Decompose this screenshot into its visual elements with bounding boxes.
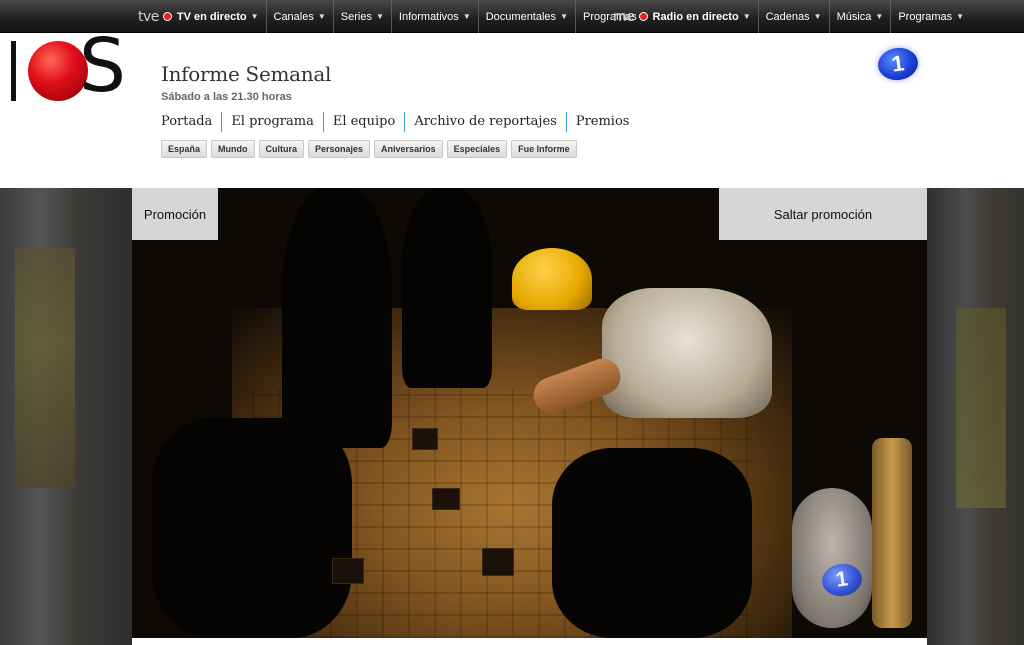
tag-personajes[interactable]: Personajes: [308, 140, 371, 158]
menu-label: Documentales: [485, 10, 557, 23]
category-tags: España Mundo Cultura Personajes Aniversa…: [161, 140, 577, 158]
scene-stone: [412, 428, 438, 450]
menu-musica[interactable]: Música ▼: [830, 0, 892, 33]
menu-label: Cadenas: [765, 10, 810, 23]
menu-label: Canales: [273, 10, 314, 23]
tag-aniversarios[interactable]: Aniversarios: [374, 140, 443, 158]
nav-el-programa[interactable]: El programa: [221, 112, 323, 132]
tve-menu-group: tve TV en directo ▼ Canales ▼ Series ▼ Inf…: [132, 0, 656, 33]
rne-menu-group: rne Radio en directo ▼ Cadenas ▼ Música ▼ …: [606, 0, 971, 33]
menu-programas-rne[interactable]: Programas ▼: [891, 0, 971, 33]
top-navigation-bar: tve TV en directo ▼ Canales ▼ Series ▼ Inf…: [0, 0, 1024, 33]
chevron-down-icon: ▼: [375, 12, 384, 21]
menu-documentales[interactable]: Documentales ▼: [479, 0, 576, 33]
menu-series[interactable]: Series ▼: [334, 0, 392, 33]
tag-fue-informe[interactable]: Fue Informe: [511, 140, 577, 158]
live-dot-icon: [162, 12, 172, 21]
program-navigation: Portada El programa El equipo Archivo de…: [161, 112, 638, 132]
nav-premios[interactable]: Premios: [565, 112, 639, 132]
rne-live-label: Radio en directo: [652, 10, 739, 23]
video-player[interactable]: 1: [132, 188, 927, 638]
chevron-down-icon: ▼: [813, 12, 822, 21]
menu-cadenas[interactable]: Cadenas ▼: [759, 0, 830, 33]
scene-figure: [282, 188, 392, 448]
scene-stone: [482, 548, 514, 576]
tve-brand-label: tve: [138, 8, 159, 25]
scene-post: [872, 438, 912, 628]
background-bleed-left: [0, 188, 132, 645]
scene-yellow-helmet: [512, 248, 592, 310]
tag-especiales[interactable]: Especiales: [446, 140, 508, 158]
nav-archivo-reportajes[interactable]: Archivo de reportajes: [404, 112, 566, 132]
scene-person-shirt: [602, 288, 772, 418]
chevron-down-icon: ▼: [317, 12, 326, 21]
chevron-down-icon: ▼: [742, 12, 751, 21]
nav-portada[interactable]: Portada: [161, 112, 221, 132]
chevron-down-icon: ▼: [462, 12, 471, 21]
promotion-label: Promoción: [132, 188, 218, 240]
background-bleed-right: [926, 188, 1024, 645]
menu-label: Programas: [898, 10, 953, 23]
tag-espana[interactable]: España: [161, 140, 208, 158]
scene-shadow: [152, 418, 352, 638]
chevron-down-icon: ▼: [560, 12, 568, 21]
chevron-down-icon: ▼: [956, 12, 965, 21]
tve-live-link[interactable]: tve TV en directo ▼: [132, 0, 267, 33]
scene-figure: [402, 188, 492, 388]
chevron-down-icon: ▼: [250, 12, 259, 21]
broadcast-schedule: Sábado a las 21.30 horas: [161, 91, 292, 103]
video-frame: 1: [132, 188, 927, 638]
scene-stone: [432, 488, 460, 510]
skip-promotion-button[interactable]: Saltar promoción: [719, 188, 927, 240]
chevron-down-icon: ▼: [875, 12, 884, 21]
tag-mundo[interactable]: Mundo: [211, 140, 255, 158]
menu-label: Música: [836, 10, 872, 23]
tag-cultura[interactable]: Cultura: [258, 140, 305, 158]
scene-shadow: [552, 448, 752, 638]
logo-s-glyph: S: [79, 23, 126, 109]
live-dot-icon: [638, 12, 648, 21]
nav-el-equipo[interactable]: El equipo: [322, 112, 404, 132]
informe-semanal-logo[interactable]: S: [11, 29, 126, 103]
page-title: Informe Semanal: [161, 62, 332, 86]
menu-label: Series: [340, 10, 372, 23]
tve-live-label: TV en directo: [176, 10, 247, 23]
video-stage: 1 Promoción Saltar promoción: [0, 188, 1024, 645]
video-bottom-edge: [132, 638, 927, 645]
la1-channel-logo-icon[interactable]: 1: [875, 45, 921, 83]
scene-stone: [332, 558, 364, 584]
menu-canales[interactable]: Canales ▼: [267, 0, 334, 33]
rne-live-link[interactable]: rne Radio en directo ▼: [606, 0, 759, 33]
menu-informativos[interactable]: Informativos ▼: [392, 0, 479, 33]
menu-label: Informativos: [398, 10, 459, 23]
rne-brand-label: rne: [613, 8, 635, 25]
scene-microphone: [792, 488, 872, 628]
logo-bar: [11, 41, 16, 101]
